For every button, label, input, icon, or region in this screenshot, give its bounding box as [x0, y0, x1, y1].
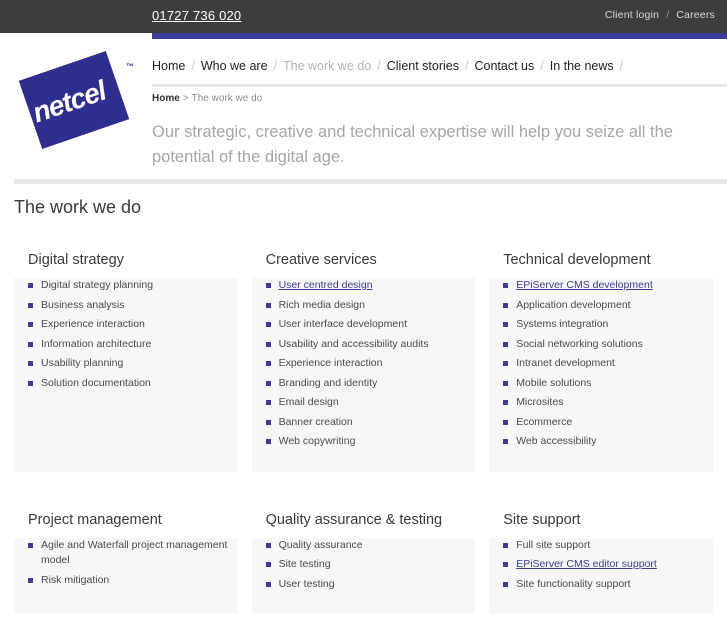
- service-list-item: Mobile solutions: [503, 376, 703, 396]
- service-panel-title: Site support: [503, 511, 581, 528]
- service-list-item[interactable]: User centred design: [265, 278, 466, 298]
- service-list-item: Usability planning: [28, 356, 228, 376]
- service-list-item: Digital strategy planning: [28, 278, 228, 298]
- nav-item-client-stories[interactable]: Client stories: [387, 59, 459, 73]
- service-list: Agile and Waterfall project management m…: [14, 538, 238, 593]
- service-list-item: Rich media design: [265, 298, 466, 318]
- service-panel-title: Quality assurance & testing: [265, 511, 443, 528]
- service-list-item: Full site support: [503, 538, 703, 558]
- service-list-item: User testing: [265, 577, 466, 597]
- breadcrumb: Home > The work we do: [152, 93, 262, 104]
- service-list-item: Email design: [265, 395, 466, 415]
- service-panel-title: Technical development: [503, 252, 651, 268]
- service-list-item: User interface development: [265, 317, 466, 337]
- service-panel-header: Creative services: [251, 236, 476, 278]
- service-list-item: Site testing: [265, 557, 466, 577]
- service-list-item: Agile and Waterfall project management m…: [28, 538, 228, 573]
- service-list-item: Site functionality support: [503, 577, 703, 597]
- nav-item-in-the-news[interactable]: In the news: [550, 59, 614, 73]
- service-panel-header: Quality assurance & testing: [251, 495, 476, 538]
- service-list-item: Application development: [503, 298, 703, 318]
- main-navigation: Home / Who we are / The work we do / Client st…: [152, 59, 629, 73]
- service-list-item: Experience interaction: [28, 317, 228, 337]
- service-list-item: Solution documentation: [28, 376, 228, 396]
- service-panel-title: Project management: [28, 511, 162, 528]
- nav-separator: /: [464, 59, 469, 73]
- service-list-item: Web copywriting: [265, 434, 466, 454]
- service-link[interactable]: User centred design: [279, 279, 373, 291]
- service-list-item: Risk mitigation: [28, 573, 228, 593]
- service-list-item: Usability and accessibility audits: [265, 337, 466, 357]
- netcel-logo[interactable]: netcel ™: [18, 50, 136, 150]
- service-list-item: Information architecture: [28, 337, 228, 357]
- service-panel: Quality assurance & testing Quality assur…: [251, 495, 476, 614]
- phone-number[interactable]: 01727 736 020: [152, 8, 241, 23]
- service-list-item: Social networking solutions: [503, 337, 703, 357]
- nav-underline-rule: [152, 84, 727, 87]
- service-list-item: Branding and identity: [265, 376, 466, 396]
- service-panel-header: Project management: [14, 495, 238, 538]
- service-panel-header: Technical development: [489, 236, 713, 278]
- service-panel: Digital strategy Digital strategy plannin…: [14, 236, 238, 472]
- service-list-item: Ecommerce: [503, 415, 703, 435]
- service-panel-header: Site support: [489, 495, 713, 538]
- nav-separator: /: [191, 59, 195, 73]
- service-panel: Technical development EPiServer CMS devel…: [489, 236, 713, 472]
- breadcrumb-arrow-icon: >: [182, 93, 189, 104]
- service-list-item: Business analysis: [28, 298, 228, 318]
- nav-item-contact-us[interactable]: Contact us: [474, 59, 534, 73]
- trademark-icon: ™: [126, 62, 134, 71]
- service-list-item[interactable]: EPiServer CMS development: [503, 278, 703, 298]
- hero-tagline: Our strategic, creative and technical ex…: [152, 123, 673, 166]
- service-link[interactable]: EPiServer CMS editor support: [516, 558, 657, 570]
- utility-separator: /: [666, 9, 670, 21]
- service-list: Full site support EPiServer CMS editor su…: [489, 538, 713, 597]
- nav-item-home[interactable]: Home: [152, 59, 185, 73]
- nav-item-the-work-we-do[interactable]: The work we do: [283, 59, 371, 73]
- service-list-item: Microsites: [503, 395, 703, 415]
- service-list: EPiServer CMS development Application dev…: [489, 278, 713, 454]
- nav-separator: /: [273, 59, 278, 73]
- brand-accent-bar: [152, 33, 727, 39]
- services-grid: Digital strategy Digital strategy plannin…: [14, 236, 713, 638]
- utility-links: Client login / Careers: [605, 9, 715, 21]
- service-list-item: Web accessibility: [503, 434, 703, 454]
- service-panel-header: Digital strategy: [14, 236, 238, 278]
- nav-separator: /: [377, 59, 381, 73]
- service-panel-title: Digital strategy: [28, 252, 124, 268]
- service-list-item: Banner creation: [265, 415, 466, 435]
- careers-link[interactable]: Careers: [676, 9, 715, 21]
- service-list-item: Systems integration: [503, 317, 703, 337]
- service-list-item[interactable]: EPiServer CMS editor support: [503, 557, 703, 577]
- service-panel: Creative services User centred design Rich…: [251, 236, 476, 472]
- nav-separator: /: [619, 59, 624, 73]
- breadcrumb-home[interactable]: Home: [152, 93, 180, 104]
- top-utility-bar: 01727 736 020 Client login / Careers: [0, 0, 727, 33]
- service-list-item: Experience interaction: [265, 356, 466, 376]
- client-login-link[interactable]: Client login: [605, 9, 659, 21]
- page-title: The work we do: [14, 197, 142, 217]
- service-list-item: Quality assurance: [265, 538, 466, 558]
- service-panel: Site support Full site support EPiServer C…: [489, 495, 713, 614]
- nav-separator: /: [540, 59, 544, 73]
- section-divider: [14, 179, 727, 184]
- service-list: Quality assurance Site testing User testin…: [252, 538, 476, 597]
- service-list: Digital strategy planning Business analys…: [14, 278, 238, 395]
- service-list-item: Intranet development: [503, 356, 703, 376]
- breadcrumb-current: The work we do: [191, 93, 263, 104]
- nav-item-who-we-are[interactable]: Who we are: [201, 59, 268, 73]
- service-link[interactable]: EPiServer CMS development: [516, 279, 653, 291]
- service-panel-title: Creative services: [265, 252, 377, 268]
- service-panel: Project management Agile and Waterfall pr…: [14, 495, 238, 614]
- service-list: User centred design Rich media design User…: [252, 278, 476, 454]
